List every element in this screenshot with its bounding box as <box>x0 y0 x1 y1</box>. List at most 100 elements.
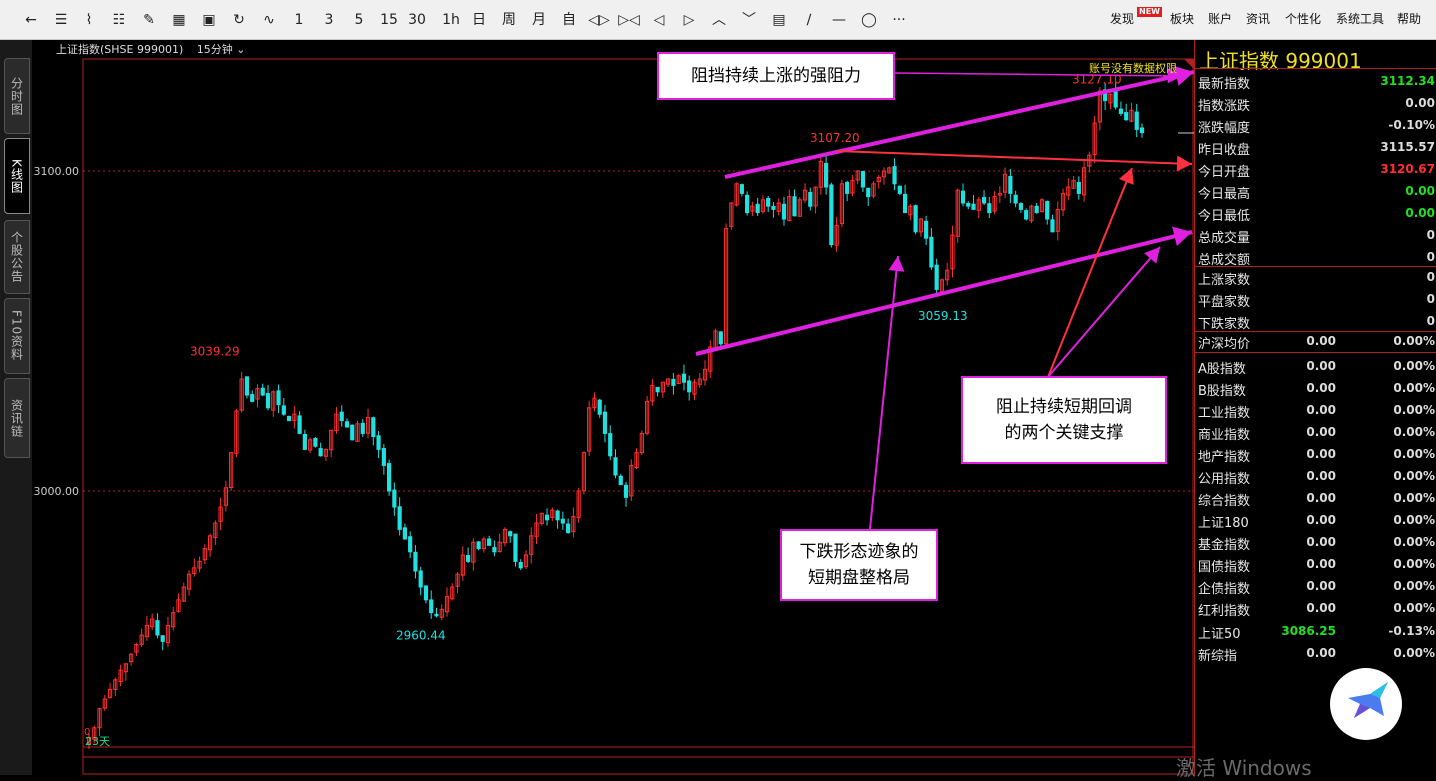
candle-body <box>392 489 397 508</box>
annotation-text: 阻挡持续上涨的强阻力 <box>691 66 861 86</box>
quote-value: 0 <box>1426 228 1435 242</box>
candle-body <box>808 191 813 207</box>
menu-item-3[interactable]: 资讯 <box>1246 10 1270 27</box>
quote-label: B股指数 <box>1198 384 1246 399</box>
p3-button[interactable]: 3 <box>318 8 340 32</box>
candle-body <box>276 390 281 406</box>
more-button[interactable]: ··· <box>888 8 910 32</box>
down-button[interactable]: ﹀ <box>738 8 760 32</box>
flat-resistance-arrow <box>836 150 1193 165</box>
shrink-button[interactable]: ▷◁ <box>618 8 640 32</box>
price-label-low1: 2960.44 <box>396 629 446 643</box>
day-button[interactable]: 日 <box>468 8 490 32</box>
draw-button[interactable]: ✎ <box>138 8 160 32</box>
indicator-button[interactable]: ∿ <box>258 8 280 32</box>
quote-row: 国债指数 0.00 0.00% <box>1195 553 1436 575</box>
quote-label: 沪深均价 <box>1198 337 1251 352</box>
quote-label: 商业指数 <box>1198 428 1251 443</box>
layout-button[interactable]: ▦ <box>168 8 190 32</box>
candle-body <box>360 422 365 434</box>
candle-body <box>924 220 929 239</box>
windows-watermark: 激活 Windows <box>1176 756 1312 780</box>
candle-body <box>739 184 744 194</box>
list-button[interactable]: ☰ <box>50 8 72 32</box>
candle-body <box>623 484 629 498</box>
month-button[interactable]: 月 <box>528 8 550 32</box>
candle-body <box>555 510 560 521</box>
back-button[interactable]: ← <box>20 8 42 32</box>
week-button[interactable]: 周 <box>498 8 520 32</box>
candle-body <box>297 415 302 434</box>
quote-value: 0 <box>1426 292 1435 306</box>
quote-label: 新综指 <box>1198 649 1238 664</box>
candle-body <box>387 463 392 492</box>
candle-body <box>518 561 523 569</box>
menu-item-6[interactable]: 帮助 <box>1397 10 1421 27</box>
p1-button[interactable]: 1 <box>288 8 310 32</box>
quote-row: 上证180 0.00 0.00% <box>1195 509 1436 531</box>
support-pointer-arrow-2 <box>1047 246 1161 378</box>
trendline-button[interactable]: ∕ <box>798 8 820 32</box>
sidebar-tab-3[interactable]: F10资料 <box>4 298 30 374</box>
candle-body <box>824 162 829 188</box>
menu-item-4[interactable]: 个性化 <box>1285 10 1321 27</box>
candle-body <box>487 538 492 546</box>
quote-row: 最新指数 3112.34 <box>1195 70 1436 92</box>
candle-body <box>929 236 934 268</box>
quote-value-pct: 0.00% <box>1393 403 1435 417</box>
sidebar-tab-4[interactable]: 资讯链 <box>4 378 30 458</box>
p30-button[interactable]: 30 <box>406 8 428 32</box>
menu-item-5[interactable]: 系统工具 <box>1336 10 1384 27</box>
line-button[interactable]: ⌇ <box>78 8 100 32</box>
candle-body <box>302 433 307 450</box>
candle-body <box>913 205 918 233</box>
left-button[interactable]: ◁ <box>648 8 670 32</box>
candle-body <box>476 541 481 550</box>
candle-body <box>829 184 834 246</box>
quote-row: B股指数 0.00 0.00% <box>1195 377 1436 399</box>
refresh-button[interactable]: ↻ <box>228 8 250 32</box>
panel-divider <box>1195 68 1436 69</box>
save-button[interactable]: ▣ <box>198 8 220 32</box>
candle-body <box>608 433 613 457</box>
quote-row: 工业指数 0.00 0.00% <box>1195 399 1436 421</box>
p1h-button[interactable]: 1h <box>440 8 462 32</box>
p5-button[interactable]: 5 <box>348 8 370 32</box>
custom-button[interactable]: 自 <box>558 8 580 32</box>
candle-body <box>1139 127 1145 134</box>
quote-value: 0.00 <box>1405 206 1435 220</box>
right-button[interactable]: ▷ <box>678 8 700 32</box>
menu-item-0[interactable]: 发现 <box>1110 10 1134 27</box>
hline-button[interactable]: — <box>828 8 850 32</box>
candle-button[interactable]: ☷ <box>108 8 130 32</box>
menu-item-1[interactable]: 板块 <box>1170 10 1194 27</box>
axis-tick-label: 3000.00 <box>34 485 80 498</box>
period-dropdown[interactable]: 15分钟 ⌄ <box>197 43 246 56</box>
quote-label: 今日最高 <box>1198 187 1251 202</box>
candle-body <box>960 190 966 204</box>
candle-body <box>313 437 318 447</box>
quote-row: 公用指数 0.00 0.00% <box>1195 465 1436 487</box>
quote-label: 昨日收盘 <box>1198 143 1251 158</box>
sidebar-tab-2[interactable]: 个股公告 <box>4 220 30 294</box>
candle-body <box>618 475 623 486</box>
quote-row: 综合指数 0.00 0.00% <box>1195 487 1436 509</box>
quote-row: 基金指数 0.00 0.00% <box>1195 531 1436 553</box>
up-button[interactable]: ︿ <box>708 8 730 32</box>
ellipse-button[interactable]: ◯ <box>858 8 880 32</box>
sidebar: 分时图 K线图个股公告 F10资料资讯链 <box>0 40 32 775</box>
quote-value-pct: 0.00% <box>1393 601 1435 615</box>
quote-value: 3120.67 <box>1380 162 1435 176</box>
expand-button[interactable]: ◁▷ <box>588 8 610 32</box>
sidebar-tab-0[interactable]: 分时图 <box>4 58 30 134</box>
sidebar-tab-1[interactable]: K线图 <box>4 138 30 214</box>
quote-value-pct: 0.00% <box>1393 381 1435 395</box>
menu-item-2[interactable]: 账户 <box>1208 10 1232 27</box>
support-pointer-arrow-1 <box>1047 167 1133 378</box>
p15-button[interactable]: 15 <box>378 8 400 32</box>
bird-logo-icon[interactable] <box>1330 668 1402 740</box>
quote-row: A股指数 0.00 0.00% <box>1195 355 1436 377</box>
candle-body <box>434 613 439 617</box>
table-button[interactable]: ▤ <box>768 8 790 32</box>
quote-label: 上证180 <box>1198 516 1249 531</box>
